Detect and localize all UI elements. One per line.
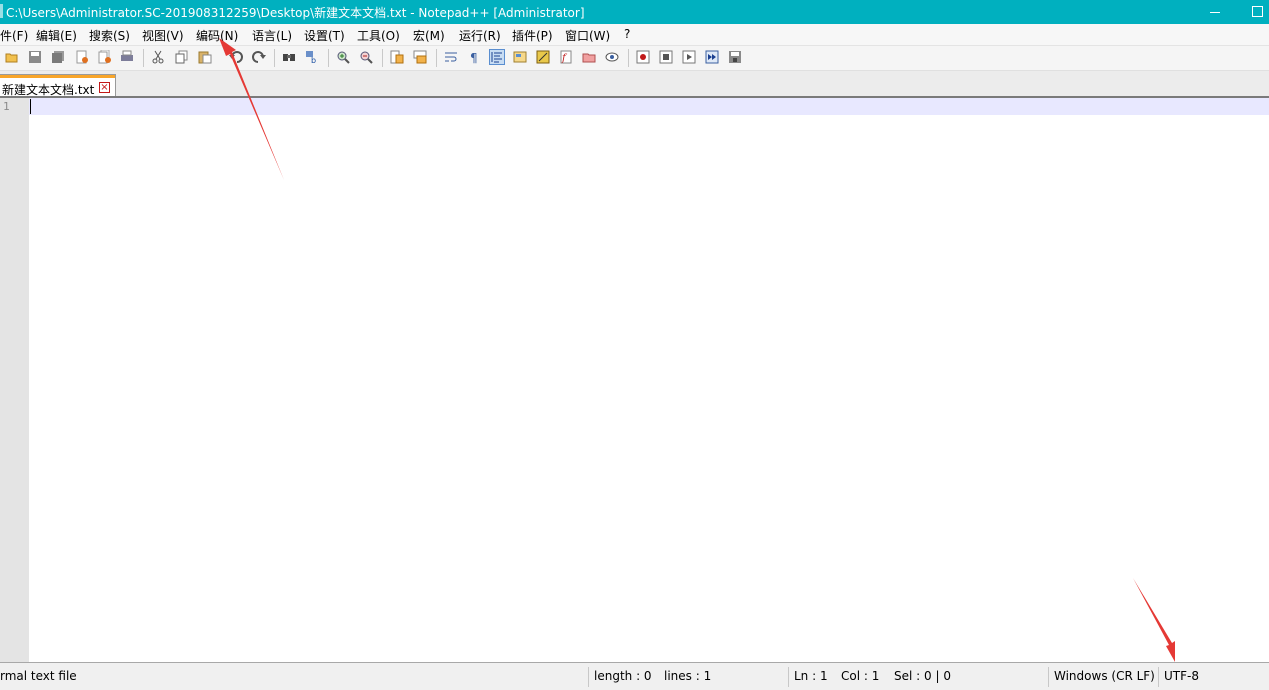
arrow-to-encoding-menu: [219, 38, 284, 180]
arrow-to-encoding-status: [1133, 578, 1175, 662]
annotation-arrows: [219, 38, 1175, 662]
